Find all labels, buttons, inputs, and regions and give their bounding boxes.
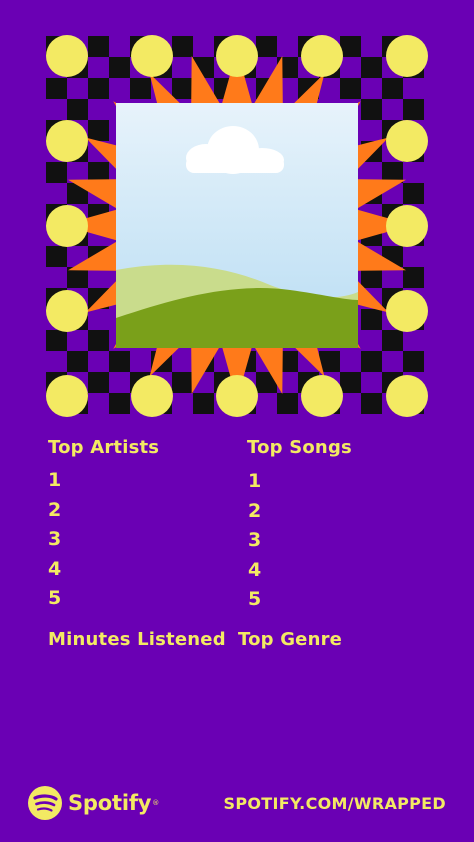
checker-square — [340, 78, 361, 99]
top-songs-list: 1 2 3 4 5 — [248, 467, 261, 615]
top-artists-rank-2: 2 — [48, 498, 62, 521]
top-songs-heading: Top Songs — [247, 437, 352, 458]
checker-square — [172, 372, 193, 393]
top-songs-rank-1: 1 — [248, 470, 262, 492]
checker-square — [67, 351, 88, 372]
checker-square — [340, 36, 361, 57]
checker-square — [109, 351, 130, 372]
wrapped-url[interactable]: SPOTIFY.COM/WRAPPED — [224, 794, 447, 813]
checker-square — [88, 120, 109, 141]
spotify-logo-icon — [28, 786, 62, 820]
top-songs-rank-3: 3 — [248, 529, 262, 551]
checker-square — [88, 36, 109, 57]
yellow-dot — [46, 120, 88, 162]
yellow-dot — [386, 290, 428, 332]
checker-square — [361, 99, 382, 120]
checker-square — [340, 372, 361, 393]
minutes-listened-heading: Minutes Listened — [48, 629, 226, 650]
wrapped-artwork — [46, 35, 428, 417]
yellow-dot — [46, 375, 88, 417]
checker-square — [46, 330, 67, 351]
placeholder-image — [116, 103, 358, 348]
checker-square — [46, 246, 67, 267]
yellow-dot — [216, 35, 258, 77]
checker-square — [88, 330, 109, 351]
checker-square — [88, 78, 109, 99]
checker-square — [382, 78, 403, 99]
checker-square — [193, 393, 214, 414]
top-artists-rank-3: 3 — [48, 528, 62, 550]
yellow-dot — [301, 35, 343, 77]
checker-square — [382, 330, 403, 351]
checker-square — [67, 99, 88, 120]
spotify-logo: Spotify ® — [28, 786, 159, 820]
checker-square — [277, 393, 298, 414]
yellow-dot — [216, 375, 258, 417]
yellow-dot — [301, 375, 343, 417]
checker-square — [361, 393, 382, 414]
checker-square — [361, 57, 382, 78]
checker-square — [403, 99, 424, 120]
yellow-dot — [386, 35, 428, 77]
checker-square — [403, 267, 424, 288]
top-songs-rank-4: 4 — [248, 558, 262, 581]
top-artists-rank-4: 4 — [48, 557, 62, 580]
checker-square — [88, 372, 109, 393]
top-artists-rank-5: 5 — [48, 587, 62, 609]
checker-square — [46, 78, 67, 99]
yellow-dot — [386, 375, 428, 417]
checker-square — [403, 351, 424, 372]
checker-square — [172, 36, 193, 57]
checker-square — [130, 78, 151, 99]
top-artists-heading: Top Artists — [48, 437, 160, 458]
top-genre-heading: Top Genre — [238, 629, 343, 650]
top-songs-rank-5: 5 — [248, 588, 262, 610]
trademark-mark: ® — [152, 799, 160, 807]
checker-square — [361, 309, 382, 330]
top-artists-list: 1 2 3 4 5 — [48, 466, 61, 614]
checker-square — [361, 351, 382, 372]
checker-square — [403, 183, 424, 204]
checker-square — [256, 36, 277, 57]
yellow-dot — [386, 120, 428, 162]
checker-square — [172, 78, 193, 99]
yellow-dot — [131, 35, 173, 77]
yellow-dot — [46, 290, 88, 332]
checker-square — [46, 162, 67, 183]
checker-square — [109, 393, 130, 414]
top-songs-rank-2: 2 — [248, 499, 262, 522]
yellow-dot — [386, 205, 428, 247]
yellow-dot — [131, 375, 173, 417]
checker-square — [109, 57, 130, 78]
top-artists-rank-1: 1 — [48, 469, 62, 491]
yellow-dot — [46, 35, 88, 77]
yellow-dot — [46, 205, 88, 247]
spotify-wordmark: Spotify — [68, 791, 152, 815]
